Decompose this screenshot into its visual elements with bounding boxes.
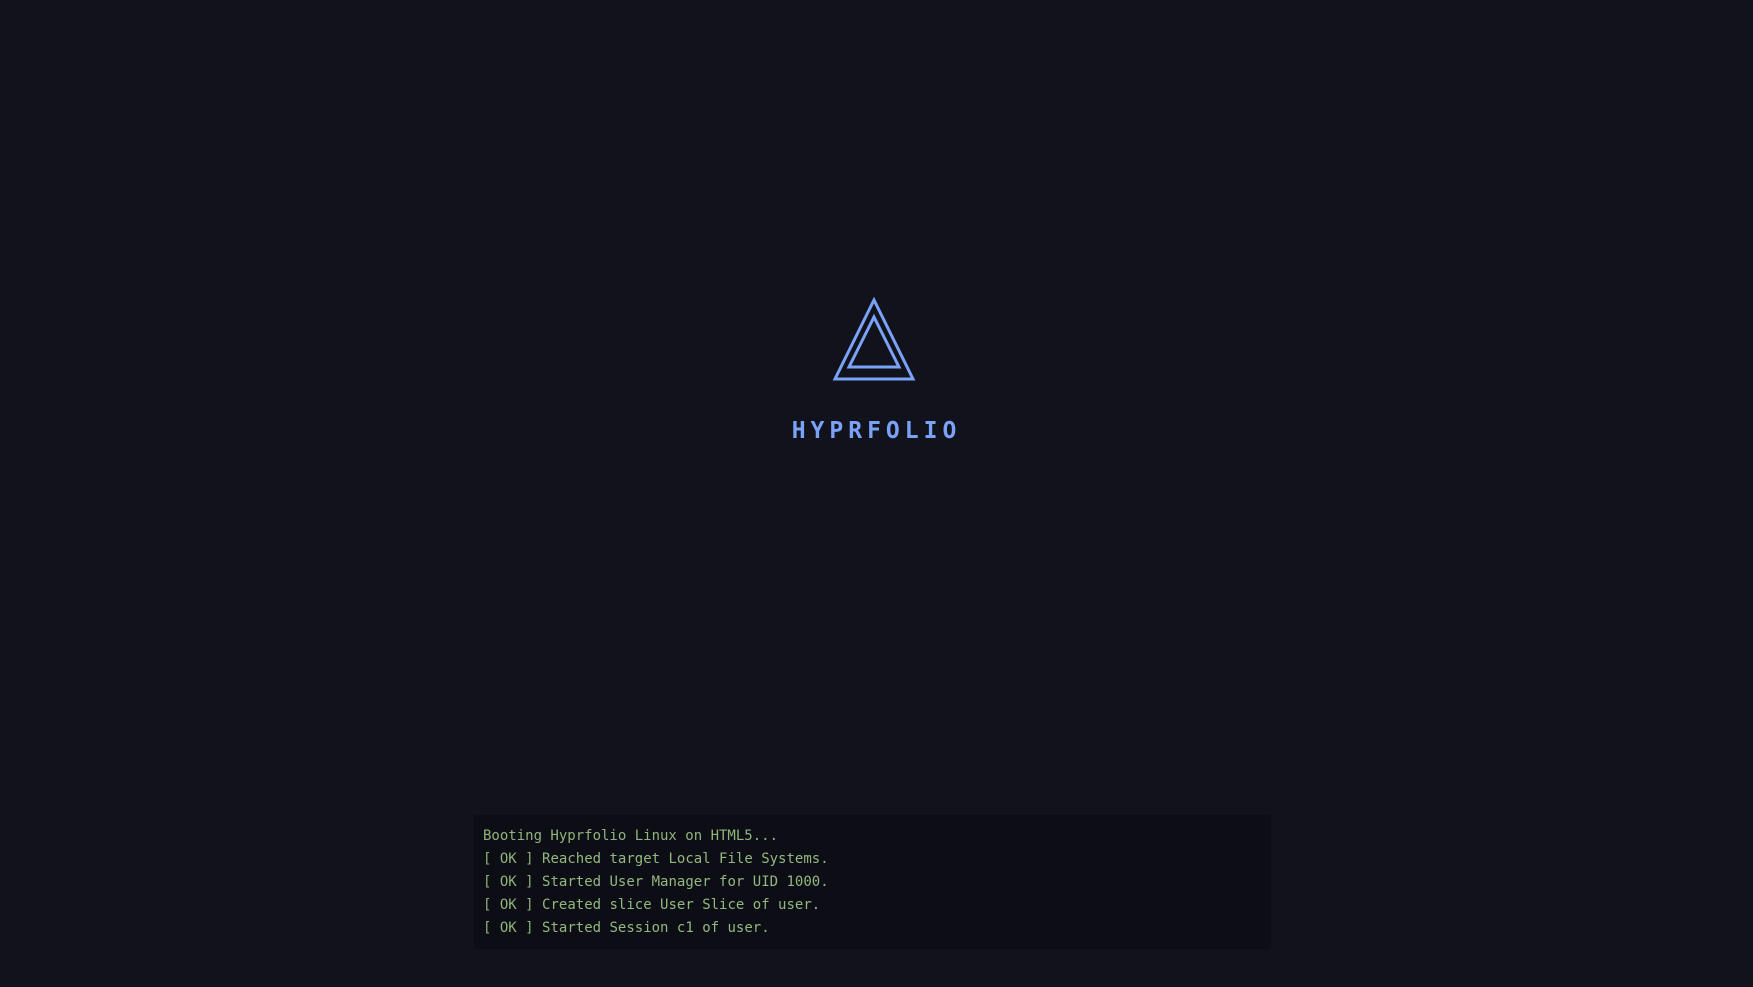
- boot-log-line: [ OK ] Reached target Local File Systems…: [483, 848, 1271, 871]
- boot-log-message: Started User Manager for UID 1000.: [542, 874, 829, 890]
- status-open-bracket: [: [483, 920, 492, 936]
- status-open-bracket: [: [483, 897, 492, 913]
- boot-log-line: [ OK ] Started User Manager for UID 1000…: [483, 871, 1271, 894]
- status-open-bracket: [: [483, 874, 492, 890]
- boot-splash-screen: HYPRFOLIO Booting Hyprfolio Linux on HTM…: [0, 0, 1753, 987]
- status-close-bracket: ]: [525, 920, 534, 936]
- boot-log-line: [ OK ] Created slice User Slice of user.: [483, 894, 1271, 917]
- boot-log-message: Reached target Local File Systems.: [542, 851, 829, 867]
- boot-log-header: Booting Hyprfolio Linux on HTML5...: [483, 828, 779, 844]
- status-open-bracket: [: [483, 851, 492, 867]
- status-ok-badge: OK: [499, 874, 517, 890]
- status-close-bracket: ]: [525, 851, 534, 867]
- boot-log-message: Started Session c1 of user.: [542, 920, 770, 936]
- status-close-bracket: ]: [525, 897, 534, 913]
- status-ok-badge: OK: [499, 897, 517, 913]
- boot-log-line: [ OK ] Started Session c1 of user.: [483, 917, 1271, 940]
- boot-log-message: Created slice User Slice of user.: [542, 897, 821, 913]
- brand-title: HYPRFOLIO: [791, 418, 962, 444]
- boot-log-panel: Booting Hyprfolio Linux on HTML5... [ OK…: [474, 815, 1271, 949]
- status-ok-badge: OK: [499, 851, 517, 867]
- status-ok-badge: OK: [499, 920, 517, 936]
- status-close-bracket: ]: [525, 874, 534, 890]
- double-triangle-icon: [832, 297, 916, 381]
